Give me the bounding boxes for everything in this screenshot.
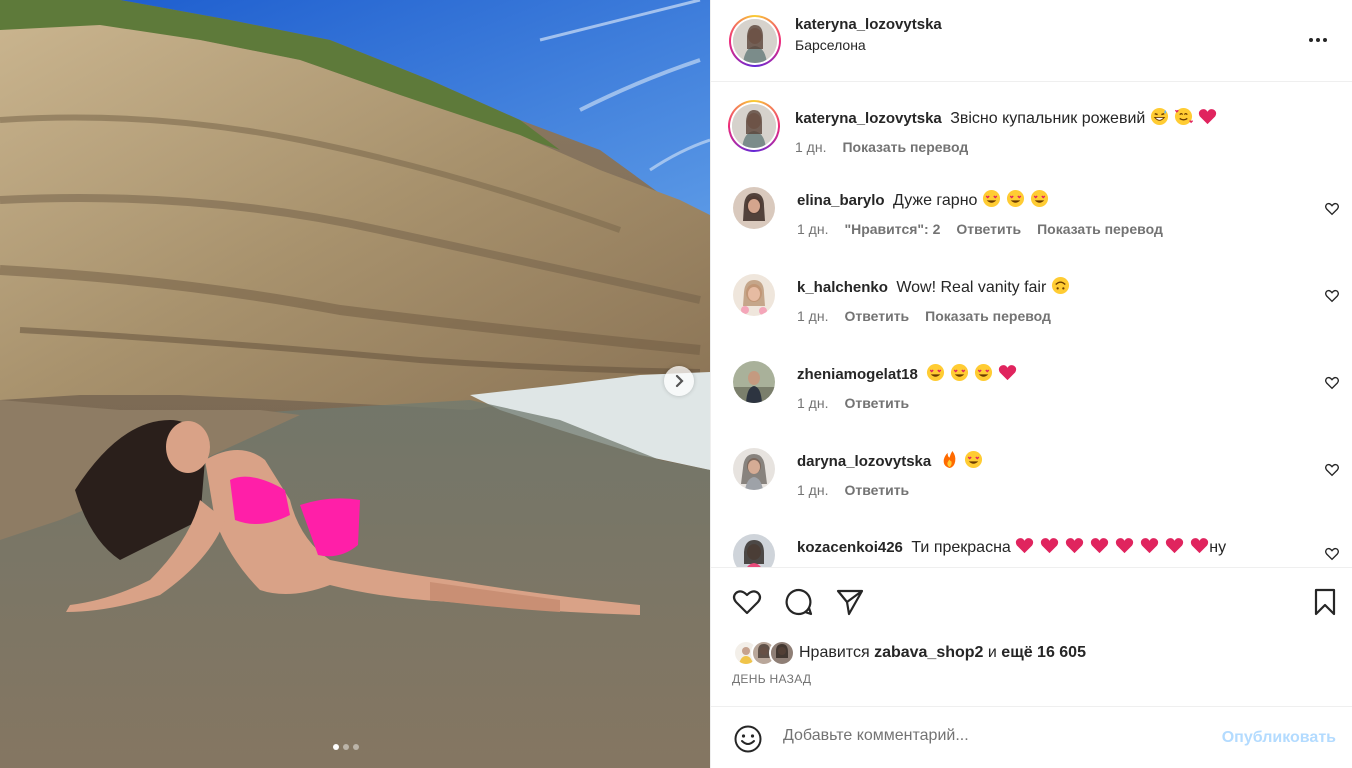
comment-item: k_halchenko Wow! Real vanity fair 1 дн. … bbox=[729, 274, 1352, 324]
post-panel: kateryna_lozovytska Барселона kateryna_l… bbox=[710, 0, 1352, 768]
red-heart-emoji bbox=[999, 365, 1017, 381]
likers-avatars[interactable] bbox=[733, 640, 799, 666]
comment-username[interactable]: k_halchenko bbox=[797, 279, 888, 296]
comment-likes-count[interactable]: "Нравится": 2 bbox=[844, 221, 940, 237]
grinning-sweat-emoji bbox=[1150, 107, 1168, 126]
red-heart-emoji bbox=[1116, 538, 1134, 554]
post-photo[interactable] bbox=[0, 0, 710, 768]
comment-text: Ти прекрасна bbox=[911, 539, 1011, 556]
comment-icon[interactable] bbox=[783, 586, 815, 618]
carousel-dot bbox=[353, 744, 359, 750]
heart-eyes-emoji bbox=[951, 363, 969, 382]
likes-and: и bbox=[987, 644, 997, 661]
comment-item: kozacenkoi426 Ти прекрасна ну bbox=[729, 534, 1352, 567]
smiley-icon[interactable] bbox=[733, 724, 763, 754]
post-caption: kateryna_lozovytska Звісно купальник рож… bbox=[728, 100, 1352, 155]
comment-username[interactable]: daryna_lozovytska bbox=[797, 453, 931, 470]
heart-eyes-emoji bbox=[982, 189, 1000, 208]
comment-text: Wow! Real vanity fair bbox=[896, 279, 1047, 296]
heart-eyes-emoji bbox=[927, 363, 945, 382]
reply-button[interactable]: Ответить bbox=[844, 395, 909, 411]
avatar[interactable] bbox=[733, 274, 775, 316]
post-author-username[interactable]: kateryna_lozovytska bbox=[795, 16, 942, 33]
likes-count[interactable]: ещё 16 605 bbox=[1001, 644, 1086, 661]
avatar[interactable] bbox=[733, 361, 775, 403]
translate-link[interactable]: Показать перевод bbox=[1037, 221, 1163, 237]
add-comment-bar: Опубликовать bbox=[711, 706, 1352, 768]
red-heart-emoji bbox=[1016, 538, 1034, 554]
avatar[interactable] bbox=[733, 534, 775, 567]
smiling-hearts-emoji bbox=[1174, 107, 1193, 126]
carousel-dot-active bbox=[333, 744, 339, 750]
avatar bbox=[769, 640, 795, 666]
reply-button[interactable]: Ответить bbox=[844, 482, 909, 498]
heart-outline-icon[interactable] bbox=[1324, 201, 1340, 217]
reply-button[interactable]: Ответить bbox=[956, 221, 1021, 237]
red-heart-emoji bbox=[1091, 538, 1109, 554]
red-heart-emoji bbox=[1198, 109, 1216, 125]
heart-outline-icon[interactable] bbox=[1324, 375, 1340, 391]
post-actions: Нравится zabava_shop2 и ещё 16 605 ДЕНЬ … bbox=[711, 567, 1352, 686]
comment-item: daryna_lozovytska 1 дн. Ответить bbox=[729, 448, 1352, 498]
more-options-button[interactable] bbox=[1306, 28, 1330, 58]
red-heart-emoji bbox=[1066, 538, 1084, 554]
comment-time[interactable]: 1 дн. bbox=[797, 482, 828, 498]
heart-eyes-emoji bbox=[964, 450, 982, 469]
story-ring[interactable] bbox=[728, 100, 780, 152]
next-slide-button[interactable] bbox=[664, 366, 694, 396]
post-comment-button[interactable]: Опубликовать bbox=[1222, 729, 1336, 747]
post-location[interactable]: Барселона bbox=[795, 37, 942, 53]
likes-prefix: Нравится bbox=[799, 644, 870, 661]
comment-username[interactable]: kateryna_lozovytska bbox=[795, 110, 942, 127]
heart-outline-icon[interactable] bbox=[1324, 546, 1340, 562]
red-heart-emoji bbox=[1191, 538, 1209, 554]
comment-time[interactable]: 1 дн. bbox=[795, 139, 826, 155]
red-heart-emoji bbox=[1041, 538, 1059, 554]
carousel-dots bbox=[333, 744, 359, 750]
comment-time[interactable]: 1 дн. bbox=[797, 395, 828, 411]
upside-down-face-emoji bbox=[1051, 276, 1069, 295]
send-icon[interactable] bbox=[834, 586, 866, 618]
translate-link[interactable]: Показать перевод bbox=[842, 139, 968, 155]
comment-text: Дуже гарно bbox=[893, 192, 978, 209]
heart-outline-icon[interactable] bbox=[1324, 288, 1340, 304]
avatar[interactable] bbox=[733, 187, 775, 229]
comment-username[interactable]: zheniamogelat18 bbox=[797, 366, 918, 383]
avatar bbox=[733, 18, 777, 63]
avatar bbox=[732, 104, 776, 148]
more-horizontal-icon bbox=[1309, 38, 1327, 42]
heart-eyes-emoji bbox=[1030, 189, 1048, 208]
carousel-dot bbox=[343, 744, 349, 750]
comment-time[interactable]: 1 дн. bbox=[797, 221, 828, 237]
comments-list[interactable]: kateryna_lozovytska Звісно купальник рож… bbox=[711, 82, 1352, 567]
reply-button[interactable]: Ответить bbox=[844, 308, 909, 324]
heart-eyes-emoji bbox=[975, 363, 993, 382]
comment-time[interactable]: 1 дн. bbox=[797, 308, 828, 324]
post-time[interactable]: ДЕНЬ НАЗАД bbox=[732, 672, 811, 686]
heart-eyes-emoji bbox=[1006, 189, 1024, 208]
translate-link[interactable]: Показать перевод bbox=[925, 308, 1051, 324]
heart-outline-icon[interactable] bbox=[731, 586, 763, 618]
heart-outline-icon[interactable] bbox=[1324, 462, 1340, 478]
post-header: kateryna_lozovytska Барселона bbox=[711, 0, 1352, 82]
liker-username[interactable]: zabava_shop2 bbox=[874, 644, 983, 661]
comment-username[interactable]: kozacenkoi426 bbox=[797, 539, 903, 556]
story-ring[interactable] bbox=[729, 14, 781, 67]
avatar[interactable] bbox=[733, 448, 775, 490]
caption-text: Звісно купальник рожевий bbox=[950, 110, 1146, 127]
comment-item: zheniamogelat18 1 дн. Ответить bbox=[729, 361, 1352, 411]
chevron-right-icon bbox=[675, 374, 684, 388]
beach-photo-image bbox=[0, 0, 710, 768]
likes-summary: Нравится zabava_shop2 и ещё 16 605 bbox=[733, 640, 1086, 666]
red-heart-emoji bbox=[1166, 538, 1184, 554]
comment-item: elina_barylo Дуже гарно 1 дн. "Нравится"… bbox=[729, 187, 1352, 237]
red-heart-emoji bbox=[1141, 538, 1159, 554]
comment-text-tail: ну bbox=[1209, 539, 1227, 556]
fire-emoji bbox=[943, 450, 956, 469]
comment-username[interactable]: elina_barylo bbox=[797, 192, 885, 209]
bookmark-icon[interactable] bbox=[1309, 586, 1341, 618]
comment-input[interactable] bbox=[783, 727, 1203, 745]
